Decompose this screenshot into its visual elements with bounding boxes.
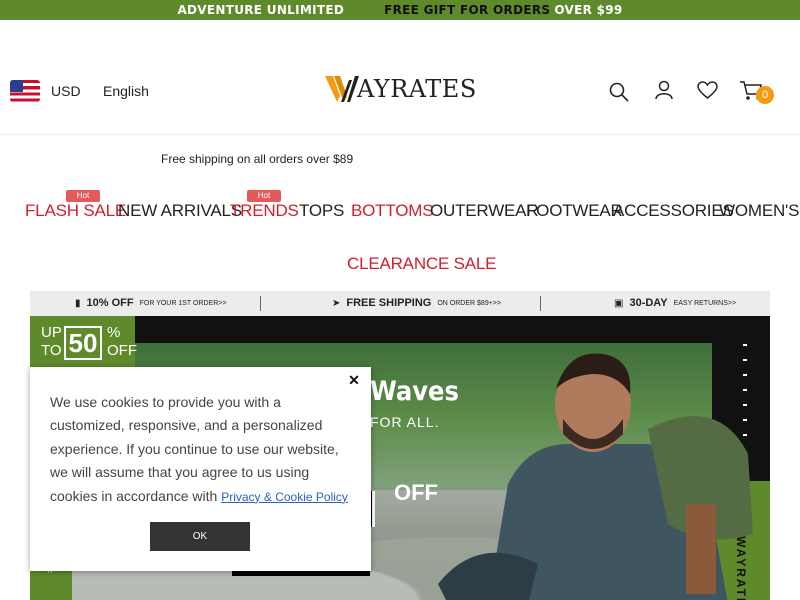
cookie-ok-button[interactable]: OK	[150, 522, 250, 551]
benefit-returns[interactable]: ▣ 30-DAY EASY RETURNS>>	[614, 297, 736, 309]
divider	[260, 296, 261, 311]
nav-clearance-sale[interactable]: CLEARANCE SALE	[347, 254, 497, 274]
nav-tops[interactable]: TOPS	[299, 201, 344, 221]
privacy-policy-link[interactable]: Privacy & Cookie Policy	[221, 490, 348, 504]
benefit-title: 10% OFF	[86, 297, 134, 309]
benefit-free-shipping[interactable]: ➤ FREE SHIPPING ON ORDER $89+>>	[332, 297, 501, 309]
top-promo-bar: ADVENTURE UNLIMITED FREE GIFT FOR ORDERS…	[0, 0, 800, 20]
hero-title: Waves	[370, 376, 460, 407]
bookmark-icon: ▮	[75, 297, 81, 309]
nav-womens[interactable]: WOMEN'S	[719, 201, 799, 221]
close-icon[interactable]: ✕	[347, 373, 361, 387]
hero-off-text: OFF	[394, 480, 438, 505]
user-icon[interactable]	[654, 80, 674, 100]
benefit-title: FREE SHIPPING	[346, 297, 432, 309]
badge-up-to: UP TO	[41, 324, 62, 359]
divider	[540, 296, 541, 311]
search-icon[interactable]	[609, 82, 629, 102]
shipping-notice: Free shipping on all orders over $89	[161, 152, 354, 166]
site-logo[interactable]: AYRATES	[325, 74, 477, 104]
benefit-detail: ON ORDER $89+>>	[437, 299, 501, 307]
nav-accessories[interactable]: ACCESSORIES	[613, 201, 734, 221]
hero-subtitle: FOR ALL.	[370, 414, 440, 430]
nav-flash-sale[interactable]: FLASH SALE	[25, 201, 126, 221]
promo-threshold[interactable]: OVER $99	[554, 3, 622, 17]
heart-icon[interactable]	[697, 81, 718, 100]
cookie-message: We use cookies to provide you with a cus…	[50, 394, 348, 504]
nav-outerwear[interactable]: OUTERWEAR	[430, 201, 539, 221]
hero-model-image	[438, 353, 753, 600]
benefit-title: 30-DAY	[629, 297, 668, 309]
main-nav: Hot FLASH SALE NEW ARRIVALS Hot TRENDS T…	[0, 190, 800, 290]
us-flag-icon[interactable]	[10, 80, 40, 102]
logo-wordmark: AYRATES	[357, 75, 477, 103]
nav-trends[interactable]: TRENDS	[230, 201, 299, 221]
cookie-consent-dialog: ✕ We use cookies to provide you with a c…	[30, 367, 371, 571]
promo-free-gift[interactable]: FREE GIFT FOR ORDERS	[384, 3, 550, 17]
calendar-icon: ▣	[614, 297, 624, 309]
badge-off: % OFF	[107, 324, 137, 359]
nav-new-arrivals[interactable]: NEW ARRIVALS	[118, 201, 242, 221]
paper-plane-icon: ➤	[332, 297, 341, 309]
cart-count-badge: 0	[756, 86, 774, 104]
logo-w-mark-icon	[325, 76, 359, 102]
site-header: USD English AYRATES 0	[0, 20, 800, 135]
nav-footwear[interactable]: FOOTWEAR	[526, 201, 623, 221]
benefits-strip: ▮ 10% OFF FOR YOUR 1ST ORDER>> ➤ FREE SH…	[30, 291, 770, 316]
benefit-detail: EASY RETURNS>>	[673, 299, 737, 307]
benefit-detail: FOR YOUR 1ST ORDER>>	[139, 299, 227, 307]
language-selector[interactable]: English	[103, 83, 149, 99]
badge-percent-value: 50	[64, 326, 102, 360]
discount-badge: UP TO 50 % OFF	[30, 316, 137, 368]
promo-tagline: ADVENTURE UNLIMITED	[177, 3, 345, 17]
benefit-first-order[interactable]: ▮ 10% OFF FOR YOUR 1ST ORDER>>	[75, 297, 226, 309]
currency-selector[interactable]: USD	[51, 83, 81, 99]
nav-bottoms[interactable]: BOTTOMS	[351, 201, 434, 221]
